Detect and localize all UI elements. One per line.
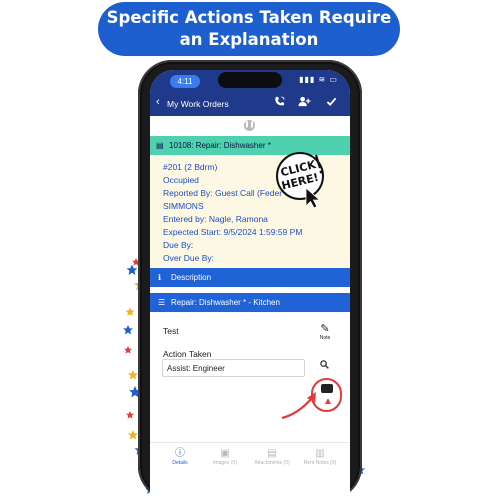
wo-entered-by: Entered by: Nagle, Ramona — [163, 214, 268, 224]
tab-rent-notes[interactable]: ▥ Rent Notes (0) — [300, 448, 340, 466]
repair-label: Repair: Dishwasher * - Kitchen — [171, 298, 280, 307]
chevron-left-icon[interactable]: ‹ — [156, 96, 160, 108]
headline-line-1: Specific Actions Taken Require — [106, 8, 392, 27]
pause-row: ❚❚ — [150, 116, 350, 136]
list-icon: ☰ — [158, 298, 166, 307]
clipboard-icon: ▤ — [156, 141, 164, 150]
tab-images[interactable]: ▣ Images (0) — [205, 448, 245, 466]
description-label: Description — [171, 273, 212, 282]
page-title[interactable]: My Work Orders — [167, 99, 229, 109]
dynamic-island — [218, 72, 282, 88]
action-taken-label: Action Taken — [163, 349, 212, 359]
action-taken-field[interactable]: Assist: Engineer — [162, 359, 305, 377]
red-arrow-icon — [281, 392, 316, 420]
tab-images-label: Images (0) — [213, 460, 237, 466]
document-icon: ▤ — [267, 448, 277, 459]
add-user-icon[interactable] — [298, 96, 311, 110]
info-icon: ⓘ — [175, 448, 185, 459]
canvas: Specific Actions Taken Require an Explan… — [0, 0, 500, 500]
tab-details-label: Details — [172, 460, 188, 466]
tab-details[interactable]: ⓘ Details — [160, 448, 200, 466]
pause-icon[interactable]: ❚❚ — [244, 120, 255, 131]
test-label: Test — [163, 326, 179, 336]
wo-over-due-by: Over Due By: — [163, 253, 215, 263]
tab-attachments[interactable]: ▤ Attachments (0) — [252, 448, 292, 466]
headline-banner: Specific Actions Taken Require an Explan… — [98, 2, 400, 56]
chat-icon — [321, 384, 333, 393]
checkmark-icon[interactable] — [326, 96, 337, 110]
edit-note-icon: ✎ — [320, 323, 330, 335]
wo-due-by: Due By: — [163, 240, 194, 250]
wo-reported-by: Reported By: Guest Call (Feder — [163, 188, 283, 198]
warning-icon: ▲ — [323, 396, 333, 407]
wo-reporter-name: SIMMONS — [163, 201, 204, 211]
note-label: Note — [319, 335, 331, 341]
search-icon[interactable] — [320, 360, 329, 371]
app-bar: ‹ My Work Orders — [150, 92, 350, 116]
info-icon: ℹ — [158, 273, 162, 282]
repair-section[interactable]: ☰ Repair: Dishwasher * - Kitchen — [150, 293, 350, 312]
status-bar: 4:11 ▮▮▮ ≋ ▭ — [150, 70, 350, 92]
phone-screen: 4:11 ▮▮▮ ≋ ▭ ‹ My Work Orders ❚❚ ▤ 10108:… — [150, 70, 350, 500]
bottom-nav: ⓘ Details ▣ Images (0) ▤ Attachments (0)… — [150, 442, 350, 482]
description-section[interactable]: ℹ Description — [150, 268, 350, 287]
work-order-title: 10108: Repair: Dishwasher * — [169, 141, 271, 150]
book-icon: ▥ — [315, 448, 325, 459]
tab-attachments-label: Attachments (0) — [254, 460, 290, 466]
headline-line-2: an Explanation — [179, 30, 319, 49]
wo-unit: #201 (2 Bdrm) — [163, 162, 218, 172]
status-time: 4:11 — [170, 75, 200, 88]
click-here-callout: CLICK HERE! — [272, 150, 334, 209]
tab-rent-notes-label: Rent Notes (0) — [303, 460, 337, 466]
image-icon: ▣ — [220, 448, 230, 459]
wo-occupancy: Occupied — [163, 175, 199, 185]
status-icons: ▮▮▮ ≋ ▭ — [299, 75, 338, 84]
note-button[interactable]: ✎ Note — [316, 323, 334, 341]
phone-icon[interactable] — [274, 96, 285, 110]
wo-expected-start: Expected Start: 9/5/2024 1:59:59 PM — [163, 227, 303, 237]
